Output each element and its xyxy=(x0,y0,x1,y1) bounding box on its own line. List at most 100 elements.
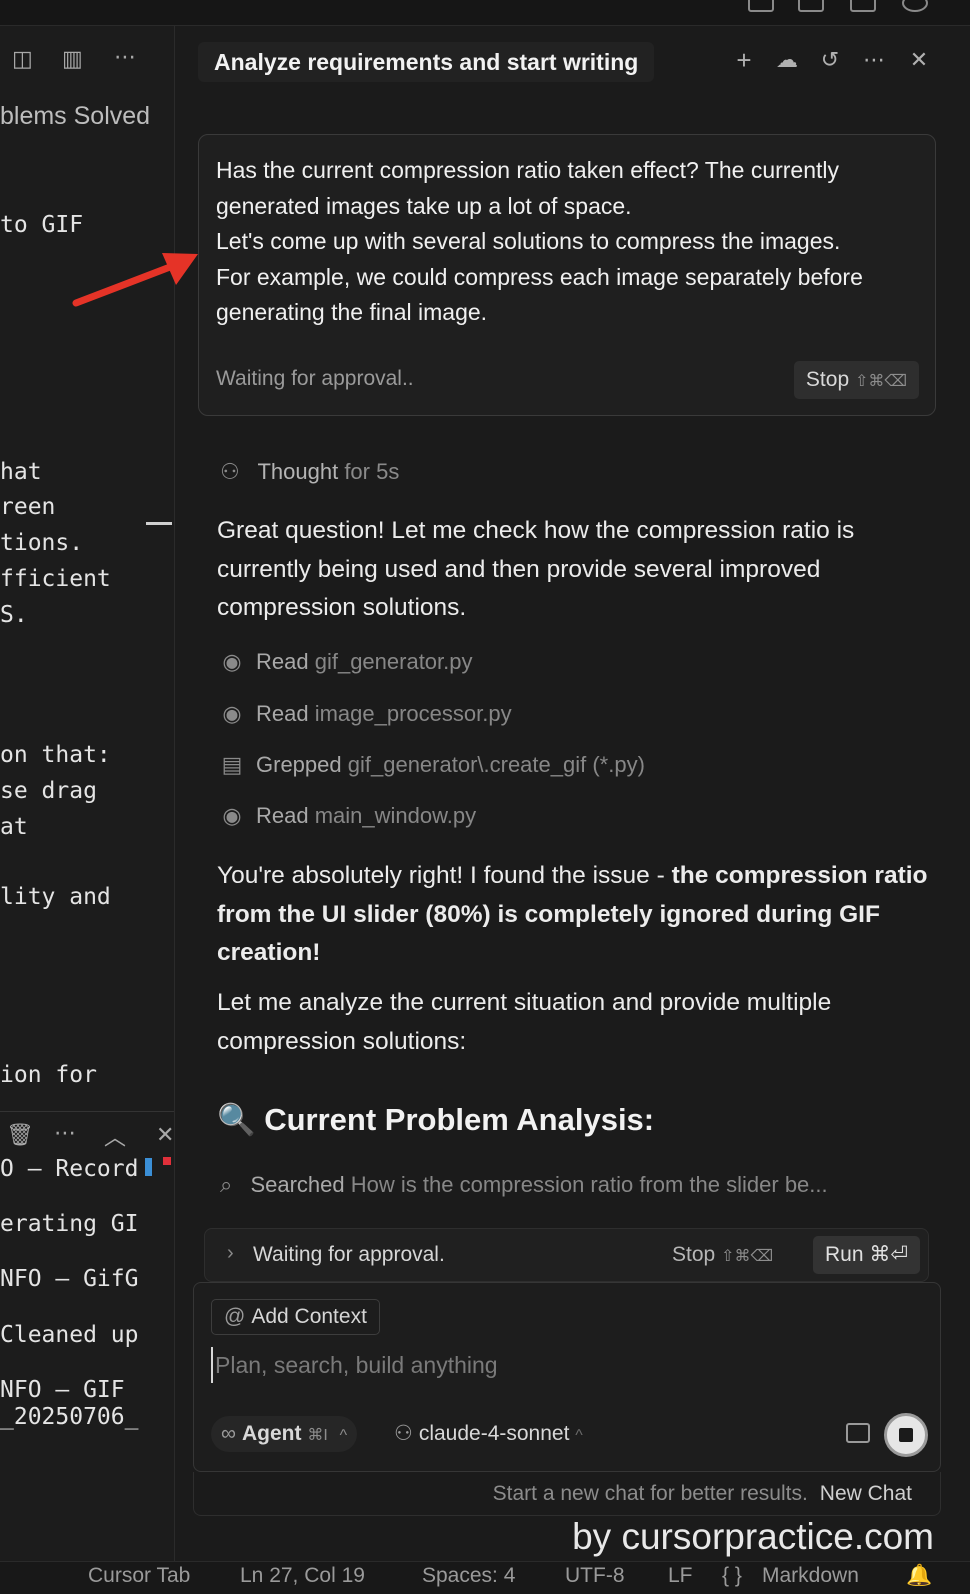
stop-shortcut: ⇧⌘⌫ xyxy=(854,373,907,390)
footer-hint: Start a new chat for better results. xyxy=(492,1482,808,1505)
eye-icon: ◉ xyxy=(222,649,242,674)
section-title: blems Solved xyxy=(0,102,151,130)
code-line: to GIF xyxy=(0,212,84,238)
run-shortcut: ⌘⏎ xyxy=(869,1243,908,1266)
chat-panel: Analyze requirements and start writing +… xyxy=(176,26,970,1561)
message-line: generated images take up a lot of space. xyxy=(216,192,632,219)
run-button[interactable]: Run ⌘⏎ xyxy=(813,1236,920,1274)
magnifier-emoji-icon: 🔍 xyxy=(217,1102,256,1137)
tool-action: Grepped xyxy=(256,752,342,777)
search-tool-row[interactable]: ⌕ Searched How is the compression ratio … xyxy=(220,1172,920,1198)
tool-action: Read xyxy=(256,701,309,726)
terminal-line: Cleaned up xyxy=(0,1322,139,1348)
indentation[interactable]: Spaces: 4 xyxy=(422,1564,515,1588)
more-icon[interactable]: ⋯ xyxy=(114,44,136,70)
terminal-line: NFO – GifG xyxy=(0,1266,139,1292)
history-icon[interactable]: ↺ xyxy=(816,48,844,72)
code-line: on that: xyxy=(0,742,111,768)
composer-footer: Start a new chat for better results. New … xyxy=(193,1472,941,1516)
red-annotation-arrow xyxy=(72,253,198,307)
tool-target: image_processor.py xyxy=(314,701,512,726)
terminal-line: erating GI xyxy=(0,1211,139,1237)
user-message[interactable]: Has the current compression ratio taken … xyxy=(198,134,936,416)
model-select[interactable]: ⚇ claude-4-sonnet ^ xyxy=(394,1416,583,1452)
bell-icon[interactable]: 🔔 xyxy=(906,1564,932,1588)
terminal-line: _20250706_ xyxy=(0,1404,139,1430)
new-chat-link[interactable]: New Chat xyxy=(820,1482,912,1505)
sidebar-toggle-icon[interactable] xyxy=(748,0,774,12)
watermark: by cursorpractice.com xyxy=(572,1516,934,1557)
tool-target: main_window.py xyxy=(314,803,477,828)
chevron-up-icon: ^ xyxy=(575,1427,583,1444)
chat-title-tab[interactable]: Analyze requirements and start writing xyxy=(198,42,655,82)
prompt-input[interactable] xyxy=(211,1347,911,1383)
at-icon: @ xyxy=(224,1305,246,1328)
stop-square-icon xyxy=(899,1428,913,1442)
split-editor-icon[interactable]: ◫ xyxy=(12,46,33,72)
eye-icon: ◉ xyxy=(222,701,242,726)
code-line: tions. xyxy=(0,530,84,556)
add-context-button[interactable]: @ Add Context xyxy=(211,1299,380,1335)
cursor-position[interactable]: Ln 27, Col 19 xyxy=(240,1564,365,1588)
run-label: Run xyxy=(825,1243,864,1266)
cloud-icon[interactable]: ☁ xyxy=(773,48,801,72)
gear-icon[interactable] xyxy=(902,0,928,12)
cursor-tab-status[interactable]: Cursor Tab xyxy=(88,1564,190,1588)
footer-note: Start a new chat for better results. New … xyxy=(493,1482,912,1506)
approval-text: Waiting for approval. xyxy=(253,1243,445,1266)
composer: @Add Context ∞Agent ⌘I ^ ⚇claude-4-sonne… xyxy=(193,1282,941,1472)
section-heading: 🔍 Current Problem Analysis: xyxy=(217,1101,654,1138)
search-query: How is the compression ratio from the sl… xyxy=(350,1172,828,1197)
chevron-up-icon[interactable]: ︿ xyxy=(104,1120,126,1152)
columns-icon[interactable]: ▥ xyxy=(62,46,83,72)
image-icon[interactable] xyxy=(846,1423,870,1443)
code-line: hat xyxy=(0,459,42,485)
code-line: se drag xyxy=(0,778,97,804)
panel-toggle-icon[interactable] xyxy=(798,0,824,12)
tool-call-row[interactable]: ◉ Read image_processor.py xyxy=(220,701,512,727)
analysis-intro: Let me analyze the current situation and… xyxy=(217,989,832,1055)
more-icon[interactable]: ⋯ xyxy=(54,1120,76,1146)
finding-prefix: You're absolutely right! I found the iss… xyxy=(217,862,672,889)
tool-call-row[interactable]: ◉ Read gif_generator.py xyxy=(220,649,473,675)
tool-target: gif_generator.py xyxy=(314,649,473,674)
trash-icon[interactable]: 🗑 xyxy=(6,1122,34,1148)
close-icon[interactable]: ✕ xyxy=(905,48,933,72)
model-label: claude-4-sonnet xyxy=(418,1422,570,1445)
assistant-finding: You're absolutely right! I found the iss… xyxy=(217,857,937,973)
stop-shortcut: ⇧⌘⌫ xyxy=(721,1248,774,1265)
more-icon[interactable]: ⋯ xyxy=(860,48,888,72)
encoding[interactable]: UTF-8 xyxy=(565,1564,625,1588)
close-icon[interactable]: ✕ xyxy=(156,1122,174,1148)
title-bar xyxy=(0,0,970,26)
agent-label: Agent xyxy=(241,1422,302,1445)
line-endings[interactable]: LF xyxy=(668,1564,693,1588)
brain-icon: ⚇ xyxy=(220,459,240,484)
stop-button[interactable]: Stop ⇧⌘⌫ xyxy=(793,361,919,399)
code-line: S. xyxy=(0,602,28,628)
tool-action: Read xyxy=(256,803,309,828)
thought-row[interactable]: ⚇ Thought for 5s xyxy=(220,459,399,485)
search-icon: ⌕ xyxy=(220,1172,233,1197)
chevron-right-icon[interactable]: › xyxy=(227,1242,234,1265)
stop-generation-button[interactable] xyxy=(884,1413,928,1457)
scroll-marker xyxy=(146,522,172,525)
agent-shortcut: ⌘I xyxy=(307,1427,328,1444)
layout-icon[interactable] xyxy=(850,0,876,12)
plus-icon[interactable]: + xyxy=(730,47,758,73)
agent-mode-select[interactable]: ∞ Agent ⌘I ^ xyxy=(211,1416,358,1452)
approval-stop-button[interactable]: Stop ⇧⌘⌫ xyxy=(672,1243,773,1267)
thought-duration: for 5s xyxy=(344,459,400,484)
waiting-status: Waiting for approval.. xyxy=(216,367,414,390)
tool-target: gif_generator\.create_gif (*.py) xyxy=(347,752,645,777)
tool-call-row[interactable]: ▤ Grepped gif_generator\.create_gif (*.py… xyxy=(220,752,645,778)
terminal-line: O – Record xyxy=(0,1156,139,1182)
language-mode[interactable]: Markdown xyxy=(762,1564,859,1588)
status-bar: Cursor Tab Ln 27, Col 19 Spaces: 4 UTF-8… xyxy=(0,1561,970,1594)
code-line: fficient xyxy=(0,566,111,592)
tool-call-row[interactable]: ◉ Read main_window.py xyxy=(220,803,476,829)
approval-bar: › Waiting for approval. Stop ⇧⌘⌫ Run ⌘⏎ xyxy=(204,1228,929,1282)
brain-icon: ⚇ xyxy=(394,1422,413,1445)
search-action: Searched xyxy=(250,1172,345,1197)
user-message-text: Has the current compression ratio taken … xyxy=(216,153,926,331)
